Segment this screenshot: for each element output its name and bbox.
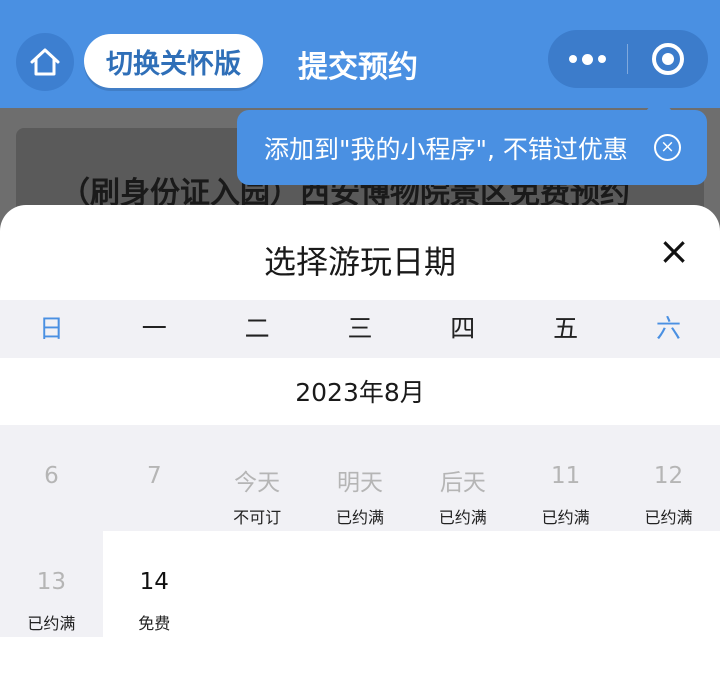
more-dots-icon <box>598 55 606 63</box>
home-button[interactable] <box>16 33 74 91</box>
home-icon <box>30 48 60 76</box>
month-label: 2023年8月 <box>295 378 425 407</box>
tooltip-text: 添加到"我的小程序", 不错过优惠 <box>264 134 628 164</box>
day-number: 6 <box>44 463 59 489</box>
weekday-label: 二 <box>244 314 270 343</box>
calendar-day: 今天 不可订 <box>205 425 309 531</box>
day-status: 不可订 <box>233 508 282 527</box>
day-status: 已约满 <box>541 508 590 527</box>
day-status: 已约满 <box>335 508 384 527</box>
weekday-label: 日 <box>38 314 64 343</box>
weekday-label: 六 <box>655 314 681 343</box>
weekday-label: 五 <box>553 314 579 343</box>
sheet-title: 选择游玩日期 <box>263 243 456 281</box>
day-number: 11 <box>551 463 581 489</box>
calendar-day: 12 已约满 <box>617 425 720 531</box>
weekday-header: 日 一 二 三 四 五 六 <box>0 300 720 358</box>
day-number: 明天 <box>336 470 383 496</box>
day-number: 13 <box>36 569 67 595</box>
calendar-day-available[interactable]: 14 免费 <box>102 531 206 637</box>
nav-bar: 切换关怀版 提交预约 <box>0 0 720 108</box>
more-dots-icon <box>569 55 577 63</box>
target-circle-icon <box>652 43 684 75</box>
calendar-day: 7 <box>102 425 206 531</box>
day-number: 后天 <box>439 470 486 496</box>
day-number: 今天 <box>234 470 281 496</box>
more-button[interactable] <box>548 30 627 88</box>
weekday-label: 一 <box>141 314 167 343</box>
day-status: 已约满 <box>438 508 487 527</box>
calendar-day: 明天 已约满 <box>308 425 412 531</box>
calendar-day: 11 已约满 <box>514 425 618 531</box>
close-icon[interactable]: × <box>656 232 692 270</box>
weekday-label: 三 <box>347 314 373 343</box>
miniprogram-capsule <box>548 30 708 88</box>
add-to-favorites-tooltip[interactable]: 添加到"我的小程序", 不错过优惠 × <box>237 110 707 185</box>
day-number: 7 <box>146 463 162 489</box>
day-status: 已约满 <box>644 508 693 527</box>
weekday-label: 四 <box>450 314 476 343</box>
calendar-day: 13 已约满 <box>0 531 103 637</box>
tooltip-close-icon[interactable]: × <box>654 134 681 161</box>
calendar-day: 后天 已约满 <box>411 425 515 531</box>
calendar-grid: 6 7 今天 不可订 明天 已约满 后天 已约满 11 已约满 12 已约满 1… <box>0 425 720 637</box>
date-picker-sheet: 选择游玩日期 × 日 一 二 三 四 五 六 2023年8月 6 7 今天 不可… <box>0 205 720 686</box>
day-number: 12 <box>653 463 684 489</box>
page-title: 提交预约 <box>298 50 418 85</box>
close-miniprogram-button[interactable] <box>628 30 708 88</box>
day-status: 已约满 <box>27 614 76 633</box>
day-status: 免费 <box>138 614 171 633</box>
day-number: 14 <box>139 569 169 595</box>
more-dots-icon <box>582 53 593 65</box>
switch-care-mode-button[interactable]: 切换关怀版 <box>84 34 263 88</box>
calendar-day: 6 <box>0 425 103 531</box>
